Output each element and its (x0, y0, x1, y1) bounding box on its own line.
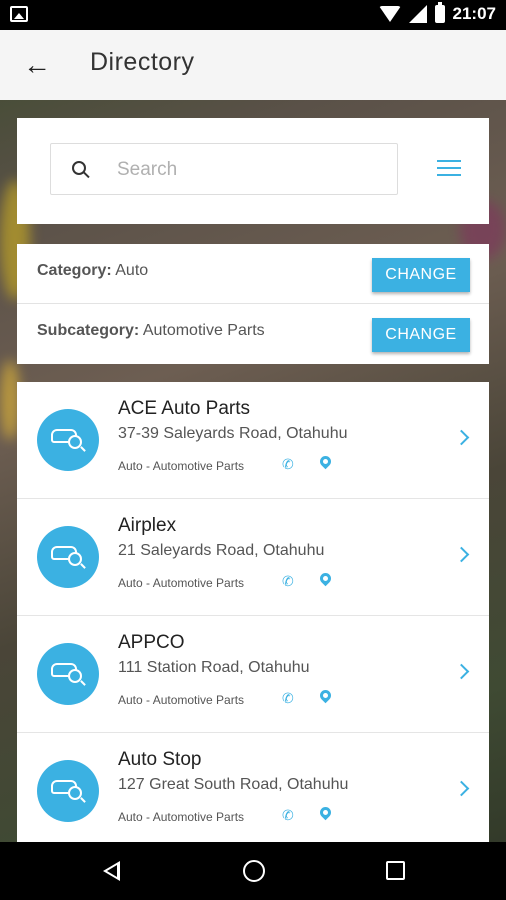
avatar (37, 409, 99, 471)
phone-icon[interactable]: ✆ (282, 457, 296, 471)
search-icon (72, 161, 86, 175)
listing-name: APPCO (118, 632, 185, 653)
signal-icon (408, 5, 427, 23)
filter-card: Category: Auto CHANGE Subcategory: Autom… (17, 244, 489, 364)
battery-icon (434, 2, 445, 23)
category-label: Category: (37, 262, 112, 279)
subcategory-value: Automotive Parts (142, 322, 265, 339)
map-pin-icon[interactable] (317, 570, 334, 587)
nav-back-icon[interactable] (103, 861, 120, 881)
listing-address: 21 Saleyards Road, Otahuhu (118, 542, 325, 559)
list-item[interactable]: Airplex 21 Saleyards Road, Otahuhu Auto … (17, 499, 489, 616)
subcategory-label: Subcategory: (37, 322, 140, 339)
wifi-icon (378, 6, 401, 22)
phone-icon[interactable]: ✆ (282, 574, 296, 588)
category-row: Category: Auto CHANGE (17, 244, 489, 304)
listing-category: Auto - Automotive Parts (118, 810, 245, 824)
car-search-icon (68, 435, 82, 449)
listing-address: 111 Station Road, Otahuhu (118, 659, 310, 676)
list-item[interactable]: Auto Stop 127 Great South Road, Otahuhu … (17, 733, 489, 842)
chevron-right-icon[interactable] (453, 546, 470, 563)
listing-name: Auto Stop (118, 749, 202, 770)
listing-name: ACE Auto Parts (118, 398, 251, 419)
status-bar: 21:07 (0, 0, 506, 30)
subcategory-row: Subcategory: Automotive Parts CHANGE (17, 304, 489, 364)
listing-name: Airplex (118, 515, 177, 536)
status-time: 21:07 (452, 4, 496, 23)
back-arrow-icon[interactable]: ← (22, 50, 52, 80)
avatar (37, 643, 99, 705)
subcategory-text: Subcategory: Automotive Parts (37, 322, 265, 340)
change-subcategory-button[interactable]: CHANGE (372, 318, 470, 352)
listing-address: 37-39 Saleyards Road, Otahuhu (118, 425, 348, 442)
map-pin-icon[interactable] (317, 804, 334, 821)
change-category-button[interactable]: CHANGE (372, 258, 470, 292)
category-value: Auto (115, 262, 149, 279)
phone-icon[interactable]: ✆ (282, 691, 296, 705)
app-bar: ← Directory (0, 30, 506, 100)
chevron-right-icon[interactable] (453, 429, 470, 446)
page-title: Directory (90, 48, 195, 76)
nav-recents-icon[interactable] (386, 861, 405, 880)
listing-address: 127 Great South Road, Otahuhu (118, 776, 349, 793)
phone-icon[interactable]: ✆ (282, 808, 296, 822)
avatar (37, 526, 99, 588)
status-icons: 21:07 (378, 2, 496, 24)
avatar (37, 760, 99, 822)
search-input[interactable] (117, 156, 387, 184)
car-search-icon (68, 669, 82, 683)
category-text: Category: Auto (37, 262, 148, 280)
navigation-bar (0, 842, 506, 900)
search-box[interactable] (50, 143, 398, 195)
chevron-right-icon[interactable] (453, 663, 470, 680)
listing-category: Auto - Automotive Parts (118, 693, 245, 707)
list-item[interactable]: APPCO 111 Station Road, Otahuhu Auto - A… (17, 616, 489, 733)
car-search-icon (68, 552, 82, 566)
listing-list: ACE Auto Parts 37-39 Saleyards Road, Ota… (17, 382, 489, 842)
search-card (17, 118, 489, 224)
map-pin-icon[interactable] (317, 687, 334, 704)
map-pin-icon[interactable] (317, 453, 334, 470)
car-search-icon (68, 786, 82, 800)
listing-category: Auto - Automotive Parts (118, 459, 245, 473)
nav-home-icon[interactable] (243, 860, 265, 882)
menu-icon[interactable] (437, 160, 461, 178)
image-notification-icon (10, 6, 28, 22)
listing-category: Auto - Automotive Parts (118, 576, 245, 590)
chevron-right-icon[interactable] (453, 780, 470, 797)
list-item[interactable]: ACE Auto Parts 37-39 Saleyards Road, Ota… (17, 382, 489, 499)
